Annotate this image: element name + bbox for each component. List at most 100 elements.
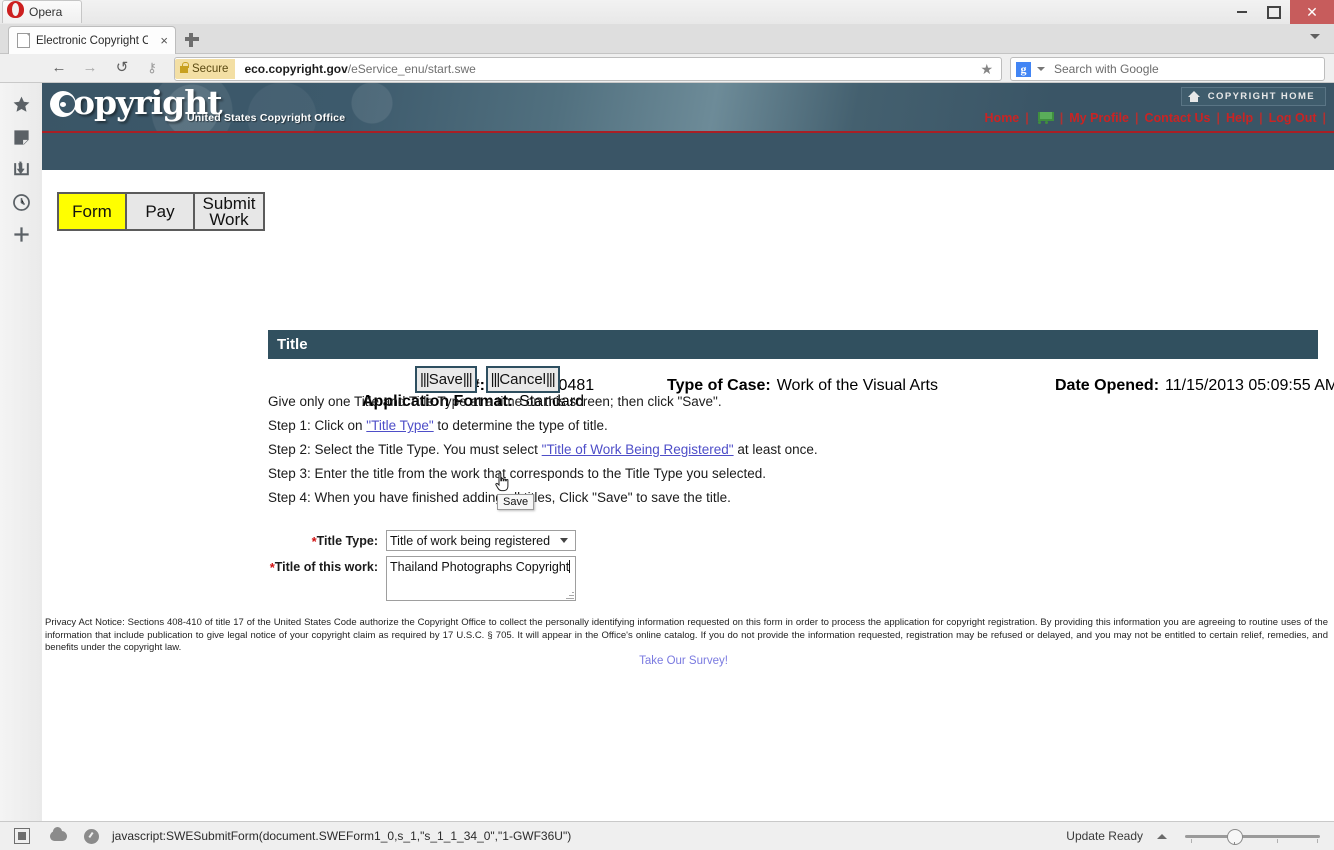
nav-separator: | <box>1322 111 1327 125</box>
chevron-down-icon[interactable] <box>1310 34 1320 39</box>
step2-text-pre: Step 2: Select the Title Type. You must … <box>268 442 542 457</box>
tab-close-icon[interactable]: × <box>160 34 168 47</box>
title-of-work-row: *Title of this work: Thailand Photograph… <box>268 556 576 601</box>
notes-icon[interactable] <box>12 128 31 147</box>
zoom-tick <box>1277 839 1278 843</box>
back-button[interactable]: ← <box>50 59 68 77</box>
save-button[interactable]: ||| Save ||| <box>415 366 477 393</box>
chevron-up-icon[interactable] <box>1157 833 1167 839</box>
save-tooltip: Save <box>497 494 535 510</box>
title-of-work-label-text: Title of this work: <box>274 560 378 574</box>
browser-toolbar: ← → ↺ ⚷ Secure eco.copyright.gov/eServic… <box>0 54 1334 83</box>
maximize-icon <box>1267 5 1281 19</box>
history-clock-icon[interactable] <box>12 193 31 212</box>
forward-button[interactable]: → <box>81 59 99 77</box>
nav-log-out-link[interactable]: Log Out <box>1263 111 1323 125</box>
secure-badge: Secure <box>175 59 236 79</box>
opera-browser-window: Opera ✕ Electronic Copyright O... × ← → … <box>0 0 1334 850</box>
chevron-down-icon <box>560 538 568 543</box>
workflow-steps: Form Pay Submit Work <box>57 192 265 231</box>
cancel-button[interactable]: ||| Cancel ||| <box>485 366 560 393</box>
type-of-case-label: Type of Case: <box>667 377 771 394</box>
zoom-tick <box>1191 839 1192 843</box>
address-bar-url: eco.copyright.gov/eService_enu/start.swe <box>244 62 475 76</box>
address-bar[interactable]: Secure eco.copyright.gov/eService_enu/st… <box>174 57 1002 81</box>
sync-cloud-icon[interactable] <box>50 827 67 841</box>
banner-watermark-image <box>42 83 1334 133</box>
date-opened-label: Date Opened: <box>1055 377 1160 394</box>
opera-logo-icon <box>7 1 24 18</box>
button-right-bars: ||| <box>546 371 556 388</box>
new-tab-button[interactable] <box>184 32 200 48</box>
opera-menu-button[interactable]: Opera <box>2 0 82 23</box>
instruction-intro: Give only one Title and Title Type at a … <box>268 394 722 409</box>
copyright-home-button[interactable]: COPYRIGHT HOME <box>1180 87 1326 106</box>
lock-icon <box>180 61 189 73</box>
window-controls: ✕ <box>1226 0 1334 24</box>
step-form[interactable]: Form <box>59 194 127 229</box>
text-caret <box>569 560 571 573</box>
zoom-slider-knob[interactable] <box>1227 829 1243 845</box>
instruction-step-2: Step 2: Select the Title Type. You must … <box>268 442 818 457</box>
minimize-icon <box>1237 11 1247 13</box>
button-right-bars: ||| <box>462 371 473 388</box>
step1-text-post: to determine the type of title. <box>433 418 608 433</box>
instruction-step-1: Step 1: Click on "Title Type" to determi… <box>268 418 608 433</box>
nav-my-profile-link[interactable]: My Profile <box>1063 111 1135 125</box>
speed-dial-icon[interactable] <box>84 828 99 844</box>
zoom-tick <box>1317 839 1318 843</box>
title-type-row: *Title Type: Title of work being registe… <box>268 530 576 551</box>
shopping-cart-icon[interactable] <box>1036 112 1054 124</box>
title-type-select[interactable]: Title of work being registered <box>386 530 576 551</box>
title-type-selected-value: Title of work being registered <box>390 533 551 548</box>
site-banner: opyright United States Copyright Office … <box>42 83 1334 133</box>
privacy-act-notice: Privacy Act Notice: Sections 408-410 of … <box>45 617 1328 653</box>
sidebar-toggle-icon[interactable] <box>14 828 30 844</box>
search-engine-chevron-down-icon[interactable] <box>1037 67 1045 71</box>
url-path: /eService_enu/start.swe <box>347 62 476 76</box>
update-status-label[interactable]: Update Ready <box>1066 829 1143 843</box>
house-icon <box>1187 91 1201 102</box>
step2-text-post: at least once. <box>733 442 818 457</box>
window-titlebar: Opera ✕ <box>0 0 1334 25</box>
step-submit-work[interactable]: Submit Work <box>195 194 263 229</box>
browser-tab-active[interactable]: Electronic Copyright O... × <box>8 26 176 54</box>
form-action-buttons: ||| Save ||| ||| Cancel ||| <box>415 366 560 393</box>
bookmark-star-icon[interactable]: ★ <box>980 61 993 78</box>
bookmarks-star-icon[interactable] <box>12 95 31 114</box>
maximize-button[interactable] <box>1258 0 1290 24</box>
reload-icon[interactable]: ↺ <box>113 59 131 77</box>
nav-contact-us-link[interactable]: Contact Us <box>1139 111 1217 125</box>
opera-menu-label: Opera <box>29 5 63 19</box>
zoom-slider-track <box>1185 835 1320 838</box>
opera-sidebar <box>0 83 43 822</box>
title-of-work-being-registered-link[interactable]: "Title of Work Being Registered" <box>542 442 734 457</box>
date-opened-value: 11/15/2013 05:09:55 AM <box>1165 377 1334 394</box>
type-of-case-value: Work of the Visual Arts <box>776 377 938 394</box>
resize-grip-icon[interactable] <box>565 590 574 599</box>
add-panel-plus-icon[interactable] <box>12 225 31 244</box>
save-button-label: Save <box>428 371 463 388</box>
title-type-link[interactable]: "Title Type" <box>366 418 433 433</box>
minimize-button[interactable] <box>1226 0 1258 24</box>
take-our-survey-link[interactable]: Take Our Survey! <box>639 655 728 667</box>
section-header-title: Title <box>277 336 308 353</box>
downloads-icon[interactable] <box>12 160 31 179</box>
button-left-bars: ||| <box>420 371 430 388</box>
nav-home-link[interactable]: Home <box>979 111 1026 125</box>
close-button[interactable]: ✕ <box>1290 0 1334 24</box>
nav-help-link[interactable]: Help <box>1220 111 1259 125</box>
search-bar[interactable]: g Search with Google <box>1010 57 1325 81</box>
title-of-work-textarea[interactable]: Thailand Photographs Copyright <box>386 556 576 601</box>
tab-title: Electronic Copyright O... <box>36 34 148 47</box>
key-icon[interactable]: ⚷ <box>143 59 161 77</box>
step1-text-pre: Step 1: Click on <box>268 418 367 433</box>
zoom-slider[interactable] <box>1185 829 1320 845</box>
title-type-label: *Title Type: <box>268 530 378 549</box>
date-opened-row: Date Opened: 11/15/2013 05:09:55 AM <box>1055 377 1334 395</box>
step-pay[interactable]: Pay <box>127 194 195 229</box>
page-viewport: opyright United States Copyright Office … <box>42 83 1334 822</box>
nav-separator: | <box>1025 111 1029 125</box>
tab-strip: Electronic Copyright O... × <box>0 24 1334 54</box>
button-left-bars: ||| <box>490 371 501 388</box>
